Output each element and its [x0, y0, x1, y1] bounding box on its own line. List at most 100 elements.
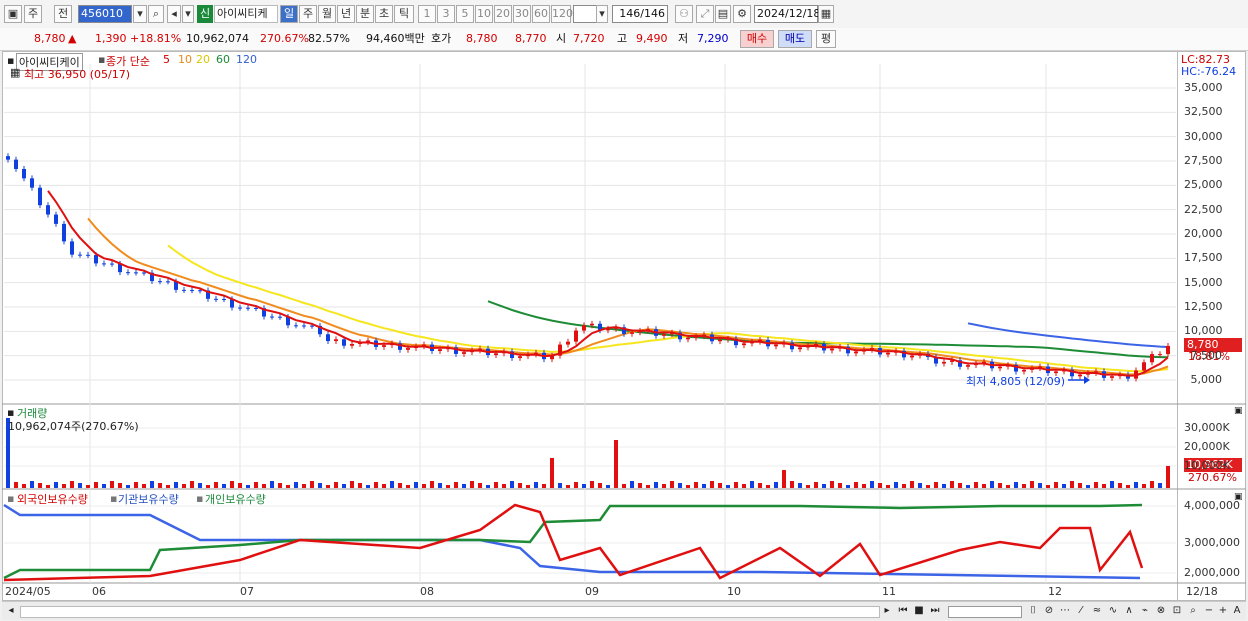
volume-bar: [182, 484, 186, 488]
candle-body: [998, 366, 1002, 369]
tool-icon-2[interactable]: ⊘: [1042, 604, 1056, 618]
individual-holding-label[interactable]: 개인보유수량: [205, 491, 266, 507]
min-price-label: 최저 4,805 (12/09): [966, 375, 1066, 388]
volume-bar: [142, 484, 146, 488]
foreign-holding-label[interactable]: 외국인보유수량: [17, 491, 88, 507]
calendar-icon[interactable]: ▦: [10, 66, 20, 79]
volume-panel-close-icon[interactable]: ▣: [1234, 406, 1243, 416]
price-tick-label: 35,000: [1184, 81, 1223, 94]
ma10-label[interactable]: 10: [178, 53, 192, 66]
holding-tick-label: 2,000,000: [1184, 566, 1240, 579]
volume-bar: [654, 482, 658, 488]
holding-tick-label: 3,000,000: [1184, 536, 1240, 549]
volume-bar: [886, 485, 890, 488]
institution-holding-line: [3, 503, 1141, 580]
volume-bar: [374, 482, 378, 488]
volume-bar: [838, 483, 842, 488]
scroll-track[interactable]: [20, 606, 880, 618]
candle-body: [190, 290, 194, 292]
candle-body: [254, 307, 258, 309]
volume-bar: [414, 482, 418, 488]
candle-body: [326, 334, 330, 342]
candle-body: [718, 339, 722, 342]
volume-bar: [662, 484, 666, 488]
volume-bar: [406, 485, 410, 488]
volume-tick-label: 30,000K: [1184, 421, 1230, 434]
candle-body: [854, 351, 858, 354]
candle-body: [310, 325, 314, 327]
tool-icon-4[interactable]: ⁄: [1074, 604, 1088, 618]
volume-bar: [966, 485, 970, 488]
volume-bar: [934, 482, 938, 488]
first-icon[interactable]: ⏮: [896, 604, 910, 618]
inst-legend-icon: ▪: [110, 492, 118, 505]
volume-bar: [30, 481, 34, 488]
tool-icon-3[interactable]: ⋯: [1058, 604, 1072, 618]
tool-icon-5[interactable]: ≈: [1090, 604, 1104, 618]
indiv-legend-icon: ▪: [196, 492, 204, 505]
last-icon[interactable]: ⏭: [928, 604, 942, 618]
scroll-right-icon[interactable]: ▸: [880, 604, 894, 618]
scroll-left-icon[interactable]: ◂: [4, 604, 18, 618]
tool-icon-1[interactable]: ⌷: [1026, 604, 1040, 618]
ma5-label[interactable]: 5: [163, 53, 170, 66]
volume-bar: [430, 481, 434, 488]
candle-body: [166, 281, 170, 283]
volume-bar: [214, 482, 218, 488]
candle-body: [1158, 354, 1162, 356]
stop-icon[interactable]: ■: [912, 604, 926, 618]
hc-label: HC:-76.24: [1181, 65, 1237, 78]
candle-body: [1150, 354, 1154, 363]
candle-body: [742, 343, 746, 346]
max-price-label: 최고 36,950 (05/17): [24, 68, 131, 81]
tool-icon-10[interactable]: ⊡: [1170, 604, 1184, 618]
candle-body: [94, 255, 98, 264]
volume-bar: [878, 483, 882, 488]
volume-bar: [750, 481, 754, 488]
zoom-out-icon[interactable]: −: [1202, 604, 1216, 618]
volume-bar: [510, 481, 514, 488]
scroll-bar[interactable]: ◂ ▸ ⏮ ■ ⏭ ⌷ ⊘ ⋯ ⁄ ≈ ∿ ∧ ⌁ ⊗ ⊡ ⌕ − + A: [2, 601, 1246, 620]
volume-bar: [158, 483, 162, 488]
volume-bar: [382, 484, 386, 488]
volume-bar: [622, 484, 626, 488]
zoom-in-icon[interactable]: +: [1216, 604, 1230, 618]
ma20-label[interactable]: 20: [196, 53, 210, 66]
candle-body: [798, 347, 802, 350]
volume-bar: [590, 481, 594, 488]
zoom-slider[interactable]: [948, 606, 1022, 618]
price-tick-label: 25,000: [1184, 178, 1223, 192]
volume-bar: [990, 481, 994, 488]
candle-body: [582, 325, 586, 331]
tool-icon-7[interactable]: ∧: [1122, 604, 1136, 618]
volume-bar: [1086, 485, 1090, 488]
candle-body: [62, 223, 66, 242]
volume-bar: [22, 484, 26, 488]
volume-bar: [190, 481, 194, 488]
candle-body: [294, 325, 298, 327]
magnifier-icon[interactable]: ⌕: [1186, 604, 1200, 618]
candle-body: [110, 263, 114, 265]
chart-canvas[interactable]: [0, 0, 1248, 621]
volume-bar: [550, 458, 554, 488]
tool-icon-6[interactable]: ∿: [1106, 604, 1120, 618]
text-tool-icon[interactable]: A: [1230, 604, 1244, 618]
volume-tick-label: 20,000K: [1184, 440, 1230, 453]
candle-body: [334, 339, 338, 342]
candle-body: [70, 241, 74, 255]
tool-icon-9[interactable]: ⊗: [1154, 604, 1168, 618]
ma60-label[interactable]: 60: [216, 53, 230, 66]
tool-icon-8[interactable]: ⌁: [1138, 604, 1152, 618]
volume-bar: [862, 484, 866, 488]
ma-panel-menu-icon[interactable]: ▪: [98, 53, 105, 66]
candle-body: [1078, 374, 1082, 377]
ma120-label[interactable]: 120: [236, 53, 257, 66]
volume-bar: [398, 483, 402, 488]
candle-body: [406, 348, 410, 350]
candle-body: [494, 353, 498, 356]
institution-holding-label[interactable]: 기관보유수량: [118, 491, 179, 507]
holding-panel-menu-icon[interactable]: ▪: [7, 492, 14, 505]
volume-bar: [902, 484, 906, 488]
candle-body: [246, 307, 250, 309]
volume-bar: [198, 483, 202, 488]
